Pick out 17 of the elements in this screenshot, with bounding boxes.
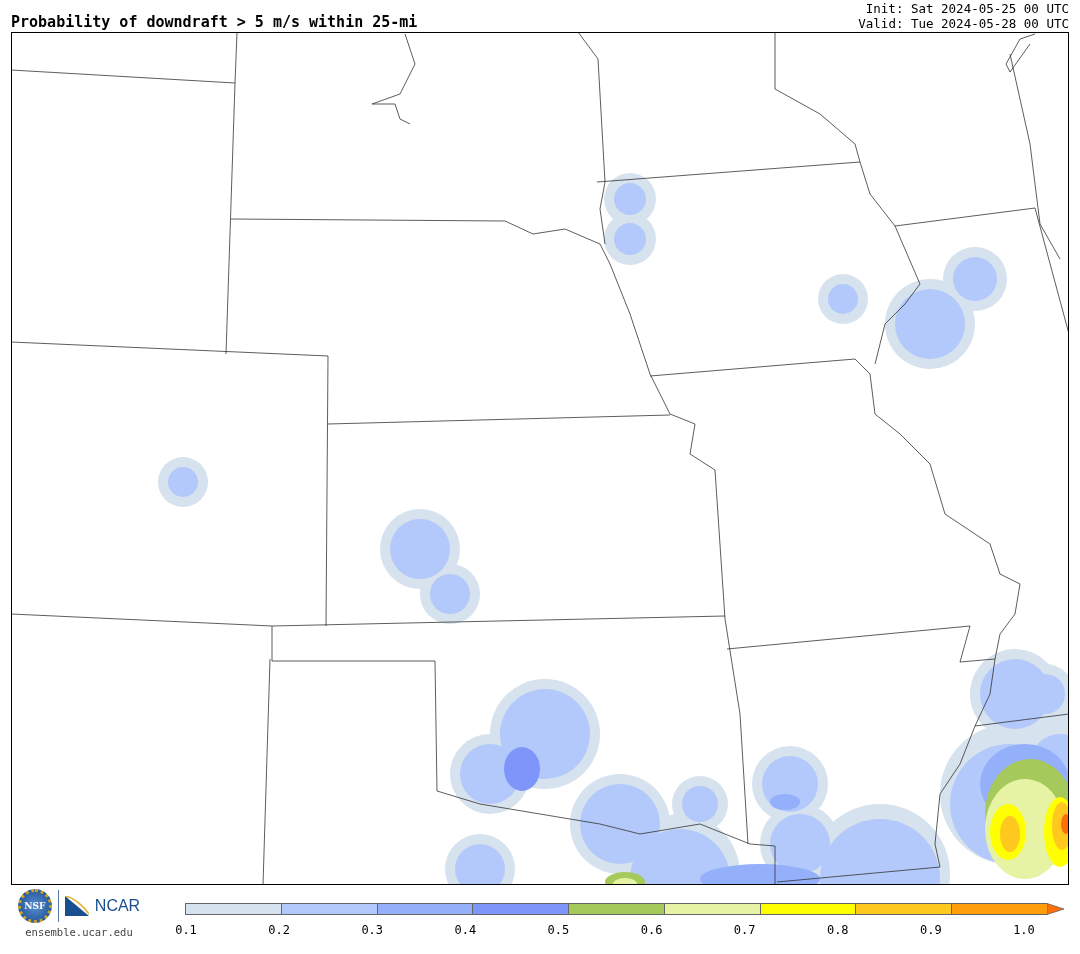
nsf-logo: NSF	[17, 889, 52, 923]
valid-time: Valid: Tue 2024-05-28 00 UTC	[858, 16, 1069, 31]
colorbar-tick-label: 1.0	[1012, 923, 1036, 937]
ncar-logo-icon	[64, 896, 89, 916]
colorbar-tick-label: 0.4	[453, 923, 478, 937]
colorbar-tick-label: 0.2	[267, 923, 291, 937]
colorbar-tick-label: 0.3	[360, 923, 385, 937]
ncar-logo: NCAR	[94, 897, 141, 915]
colorbar-tick-label: 0.6	[639, 923, 664, 937]
colorbar-tick-label: 0.1	[174, 923, 198, 937]
colorbar-tick-label: 0.7	[732, 923, 757, 937]
colorbar-tick-label: 0.9	[919, 923, 943, 937]
site-url: ensemble.ucar.edu	[25, 926, 133, 938]
colorbar-tick-label: 0.5	[546, 923, 571, 937]
colorbar-tick-label: 0.8	[825, 923, 850, 937]
init-time: Init: Sat 2024-05-25 00 UTC	[865, 1, 1069, 16]
chart-title: Probability of downdraft > 5 m/s within 25-mi	[11, 13, 418, 31]
